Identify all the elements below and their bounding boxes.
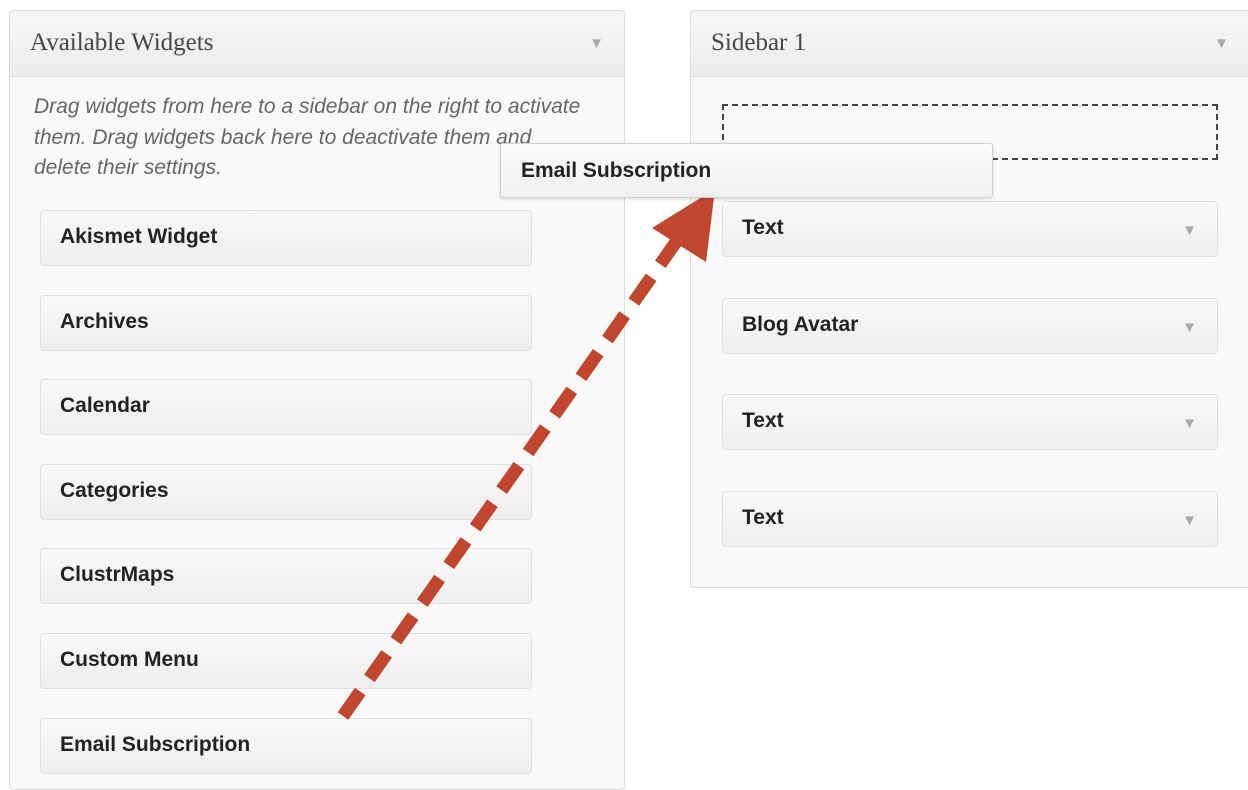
drag-direction-arrow (337, 189, 715, 720)
dragging-widget-email-subscription[interactable]: Email Subscription (500, 143, 993, 198)
dragging-widget-label: Email Subscription (521, 159, 712, 182)
drag-arrow-shaft (337, 228, 689, 720)
drag-arrow-head (652, 189, 715, 262)
